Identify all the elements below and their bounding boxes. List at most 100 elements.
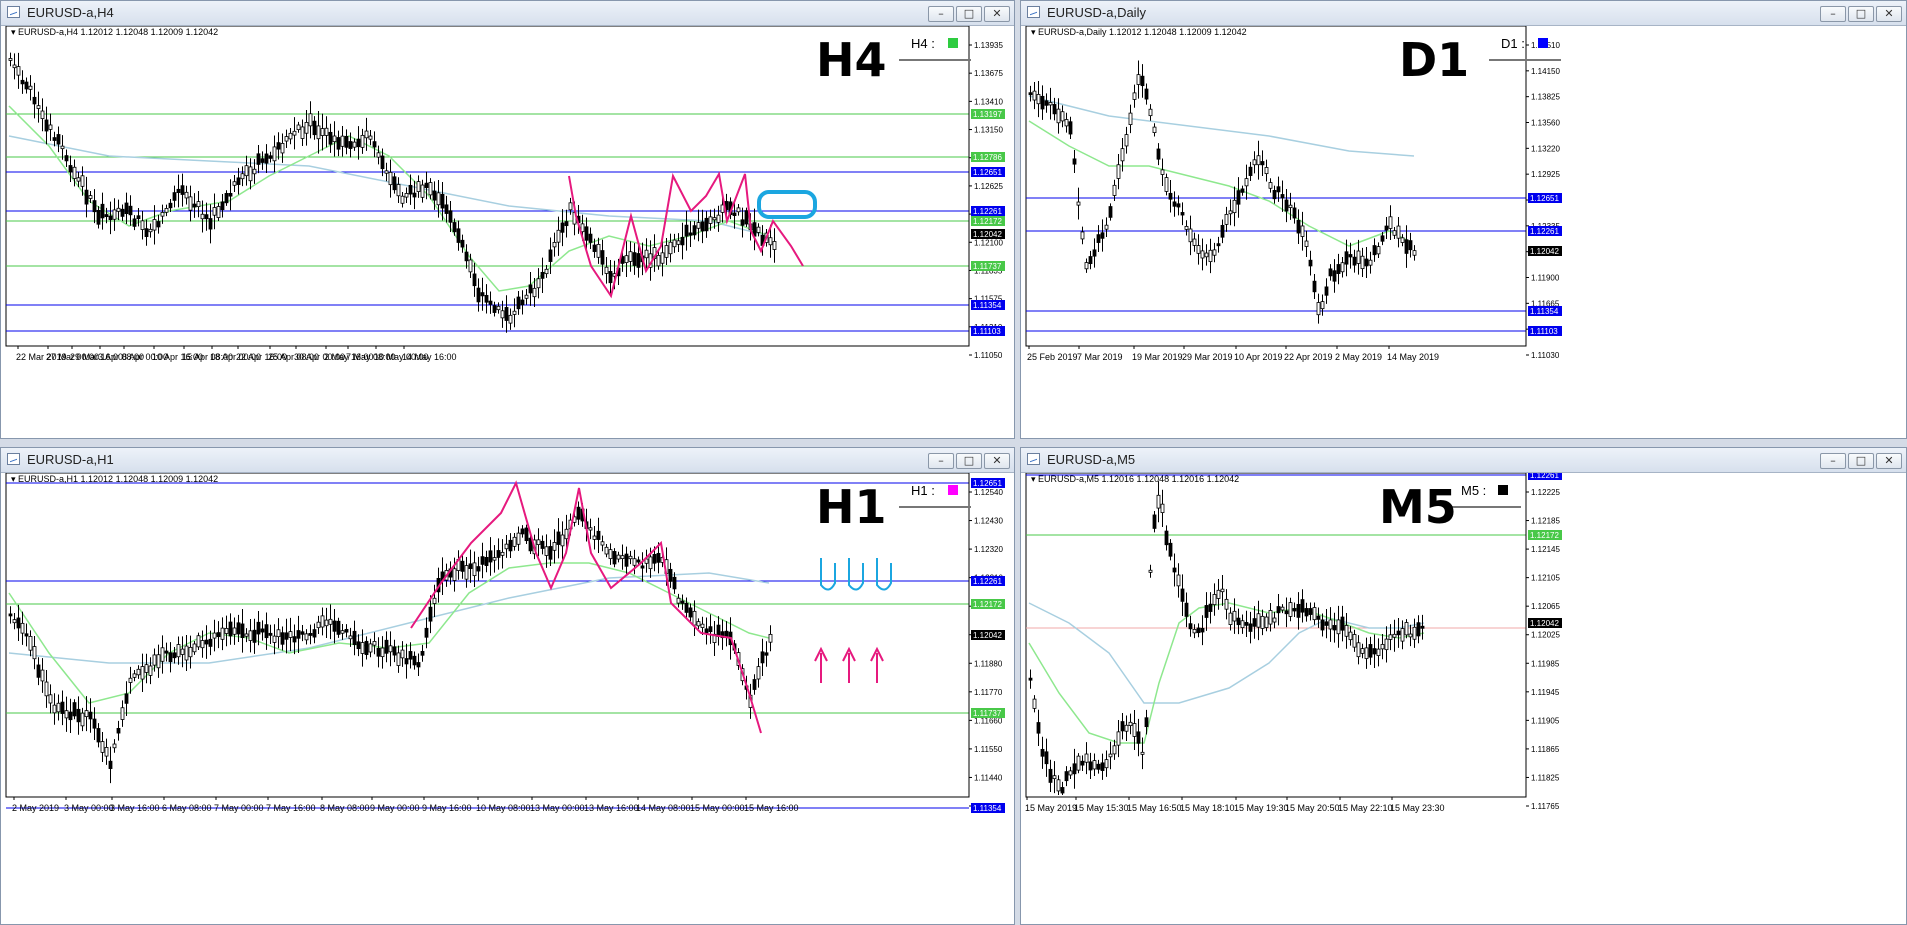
candle-body <box>208 218 213 230</box>
candle-body <box>1304 240 1309 247</box>
candle-body <box>264 153 269 164</box>
price-axis-label: 1.12320 <box>974 545 1003 554</box>
candle-body <box>180 185 185 195</box>
candle-body <box>208 638 213 647</box>
minimize-button[interactable]: – <box>1820 453 1846 469</box>
price-chart[interactable]: ▾ EURUSD-a,H1 1.12012 1.12048 1.12009 1.… <box>1 473 1014 925</box>
handwritten-timeframe: M5 <box>1379 480 1457 534</box>
close-button[interactable]: ✕ <box>1876 6 1902 22</box>
candle-body <box>1272 617 1277 623</box>
candle-body <box>1084 262 1089 270</box>
title-bar[interactable]: EURUSD-a,H4 – □ ✕ <box>1 1 1014 26</box>
candle-body <box>1316 302 1321 316</box>
candle-body <box>768 237 773 246</box>
candle-body <box>552 241 557 248</box>
candle-body <box>1060 787 1065 794</box>
candle-body <box>40 110 45 119</box>
price-level-tag-text: 1.12172 <box>973 600 1002 609</box>
window-title: EURUSD-a,Daily <box>1047 5 1146 20</box>
candle-body <box>168 652 173 663</box>
candle-body <box>688 607 693 618</box>
title-bar[interactable]: EURUSD-a,M5 – □ ✕ <box>1021 448 1906 473</box>
candle-body <box>1128 721 1133 726</box>
candle-body <box>1088 256 1093 265</box>
candle-body <box>1320 619 1325 631</box>
time-axis-label: 15 May 18:10 <box>1180 803 1235 813</box>
restore-button[interactable]: □ <box>956 6 982 22</box>
candle-body <box>548 546 553 560</box>
minimize-button[interactable]: – <box>928 453 954 469</box>
candle-body <box>276 629 281 638</box>
candle-body <box>1296 603 1301 618</box>
price-chart[interactable]: ▾ EURUSD-a,H4 1.12012 1.12048 1.12009 1.… <box>1 26 1014 439</box>
candle-body <box>680 600 685 604</box>
time-axis-label: 15 May 23:30 <box>1390 803 1445 813</box>
chart-window-m5[interactable]: EURUSD-a,M5 – □ ✕ ▾ EURUSD-a,M5 1.12016 1.12… <box>1020 447 1907 925</box>
restore-button[interactable]: □ <box>956 453 982 469</box>
candle-body <box>292 130 297 136</box>
price-chart[interactable]: ▾ EURUSD-a,Daily 1.12012 1.12048 1.12009… <box>1021 26 1906 439</box>
candle-body <box>68 711 73 721</box>
candle-body <box>172 652 177 659</box>
candle-body <box>204 639 209 645</box>
candle-body <box>1276 186 1281 193</box>
candle-body <box>16 66 21 76</box>
close-button[interactable]: ✕ <box>984 453 1010 469</box>
candle-body <box>1324 286 1329 296</box>
candle-body <box>1392 230 1397 236</box>
candle-body <box>692 225 697 236</box>
candle-body <box>1048 768 1053 783</box>
candle-body <box>20 622 25 634</box>
candle-body <box>1268 610 1273 625</box>
candle-body <box>632 252 637 266</box>
candle-body <box>760 651 765 664</box>
candle-body <box>1160 169 1165 175</box>
candle-body <box>1384 638 1389 651</box>
price-axis-label: 1.12065 <box>1531 602 1560 611</box>
candle-body <box>700 623 705 628</box>
candle-body <box>72 166 77 179</box>
time-axis-label: 2 May 2019 <box>1335 352 1382 362</box>
candle-body <box>1176 203 1181 208</box>
candle-body <box>344 628 349 633</box>
time-axis-label: 3 May 16:00 <box>110 803 160 813</box>
minimize-button[interactable]: – <box>928 6 954 22</box>
candle-body <box>1360 648 1365 654</box>
candle-body <box>196 201 201 208</box>
candle-body <box>1412 626 1417 640</box>
candle-body <box>232 627 237 635</box>
price-level-tag-text: 1.12261 <box>1530 227 1559 236</box>
candle-body <box>104 214 109 218</box>
candle-body <box>240 173 245 180</box>
candle-body <box>1052 104 1057 115</box>
price-chart[interactable]: ▾ EURUSD-a,M5 1.12016 1.12048 1.12016 1.… <box>1021 473 1906 925</box>
minimize-button[interactable]: – <box>1820 6 1846 22</box>
close-button[interactable]: ✕ <box>1876 453 1902 469</box>
candle-body <box>372 141 377 148</box>
chart-window-d1[interactable]: EURUSD-a,Daily – □ ✕ ▾ EURUSD-a,Daily 1.1201… <box>1020 0 1907 439</box>
title-bar[interactable]: EURUSD-a,H1 – □ ✕ <box>1 448 1014 473</box>
candle-body <box>540 540 545 549</box>
candle-body <box>612 551 617 565</box>
candle-body <box>348 141 353 149</box>
candle-body <box>1352 256 1357 266</box>
chart-window-h4[interactable]: EURUSD-a,H4 – □ ✕ ▾ EURUSD-a,H4 1.12012 1.12… <box>0 0 1015 439</box>
candle-body <box>288 132 293 140</box>
close-button[interactable]: ✕ <box>984 6 1010 22</box>
candle-body <box>244 165 249 177</box>
chart-window-h1[interactable]: EURUSD-a,H1 – □ ✕ ▾ EURUSD-a,H1 1.12012 1.12… <box>0 447 1015 925</box>
restore-button[interactable]: □ <box>1848 453 1874 469</box>
restore-button[interactable]: □ <box>1848 6 1874 22</box>
candle-body <box>1196 245 1201 254</box>
candle-body <box>1248 623 1253 632</box>
candle-body <box>1384 225 1389 231</box>
candle-body <box>1396 225 1401 239</box>
title-bar[interactable]: EURUSD-a,Daily – □ ✕ <box>1021 1 1906 26</box>
candle-body <box>128 677 133 683</box>
price-level-tag-text: 1.12261 <box>973 577 1002 586</box>
candle-body <box>1100 762 1105 771</box>
candle-body <box>20 79 25 85</box>
candle-body <box>300 631 305 635</box>
candle-body <box>316 125 321 140</box>
candle-body <box>1340 616 1345 631</box>
